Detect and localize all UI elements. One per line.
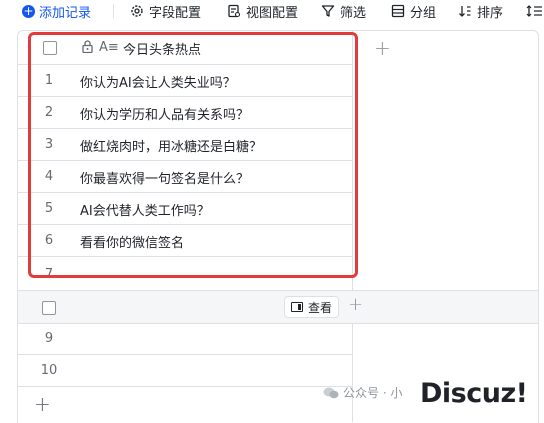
row-number: 9 (44, 331, 54, 346)
table-row[interactable]: 2 你认为学历和人品有关系吗？ (18, 97, 352, 129)
sort-icon (459, 6, 471, 17)
row-height-icon (526, 5, 542, 17)
sort-button[interactable]: 排序 (458, 0, 503, 22)
watermark-text: 公众号 · 小 (343, 386, 403, 400)
table-row[interactable]: 5 AI会代替人类工作吗？ (18, 193, 352, 225)
discuz-logo: Discuz! (420, 378, 528, 409)
row-number: 2 (44, 105, 54, 120)
group-header: 查看 + (18, 290, 538, 324)
lock-icon (82, 40, 93, 53)
group-button[interactable]: 分组 (391, 0, 436, 22)
row-number: 5 (44, 201, 54, 216)
group-icon (391, 4, 405, 18)
row-number: 10 (40, 363, 58, 378)
row-number: 7 (44, 267, 54, 282)
add-column-button[interactable]: + (374, 38, 391, 58)
filter-label: 筛选 (340, 5, 367, 21)
add-in-group-button[interactable]: + (348, 294, 363, 315)
add-row-button[interactable]: + (34, 392, 51, 416)
view-icon (291, 302, 303, 312)
watermark: 公众号 · 小 (323, 384, 402, 401)
add-record-label: 添加记录 (39, 5, 92, 21)
filter-button[interactable]: 筛选 (321, 0, 366, 22)
table-row[interactable]: 4 你最喜欢得一句签名是什么？ (18, 161, 352, 193)
column-divider (352, 31, 353, 422)
row-cell-text[interactable]: 你最喜欢得一句签名是什么？ (80, 168, 249, 187)
table-row[interactable]: 6 看看你的微信签名 (18, 225, 352, 257)
row-number: 1 (44, 73, 54, 88)
table-row[interactable]: 10 (18, 355, 352, 387)
row-cell-text[interactable]: AI会代替人类工作吗？ (80, 200, 210, 219)
table-row[interactable]: 3 做红烧肉时，用冰糖还是白糖？ (18, 129, 352, 161)
view-config-label: 视图配置 (246, 5, 299, 21)
toolbar-divider (113, 4, 114, 18)
toolbar: + 添加记录 字段配置 视图配置 筛选 分组 排序 (0, 0, 544, 22)
group-label: 分组 (410, 5, 437, 21)
row-number: 3 (44, 137, 54, 152)
document-settings-icon (228, 4, 241, 18)
column-header-label[interactable]: 今日头条热点 (123, 39, 201, 58)
row-number: 4 (44, 169, 54, 184)
select-all-checkbox[interactable] (43, 41, 57, 55)
row-number: 6 (44, 233, 54, 248)
plus-circle-icon: + (22, 4, 35, 18)
text-field-type-icon: A≡ (99, 40, 119, 55)
wechat-icon (323, 387, 339, 398)
view-button-label: 查看 (308, 300, 333, 315)
field-config-button[interactable]: 字段配置 (130, 0, 201, 22)
row-cell-text[interactable]: 你认为AI会让人类失业吗？ (80, 72, 236, 91)
row-cell-text[interactable]: 看看你的微信签名 (80, 232, 184, 251)
view-config-button[interactable]: 视图配置 (227, 0, 298, 22)
table-row[interactable]: 1 你认为AI会让人类失业吗？ (18, 65, 352, 97)
field-config-label: 字段配置 (149, 5, 202, 21)
view-button[interactable]: 查看 (284, 296, 340, 318)
row-cell-text[interactable]: 做红烧肉时，用冰糖还是白糖？ (80, 136, 262, 155)
gear-icon (131, 5, 143, 17)
table-row[interactable]: 9 (18, 323, 352, 355)
filter-icon (321, 5, 335, 17)
add-record-button[interactable]: + 添加记录 (22, 0, 91, 22)
group-select-checkbox[interactable] (42, 301, 56, 315)
row-height-button[interactable] (526, 0, 542, 22)
table-row[interactable]: 7 (18, 257, 352, 287)
sort-label: 排序 (477, 5, 504, 21)
row-cell-text[interactable]: 你认为学历和人品有关系吗？ (80, 104, 249, 123)
table-header: A≡ 今日头条热点 (18, 31, 352, 65)
